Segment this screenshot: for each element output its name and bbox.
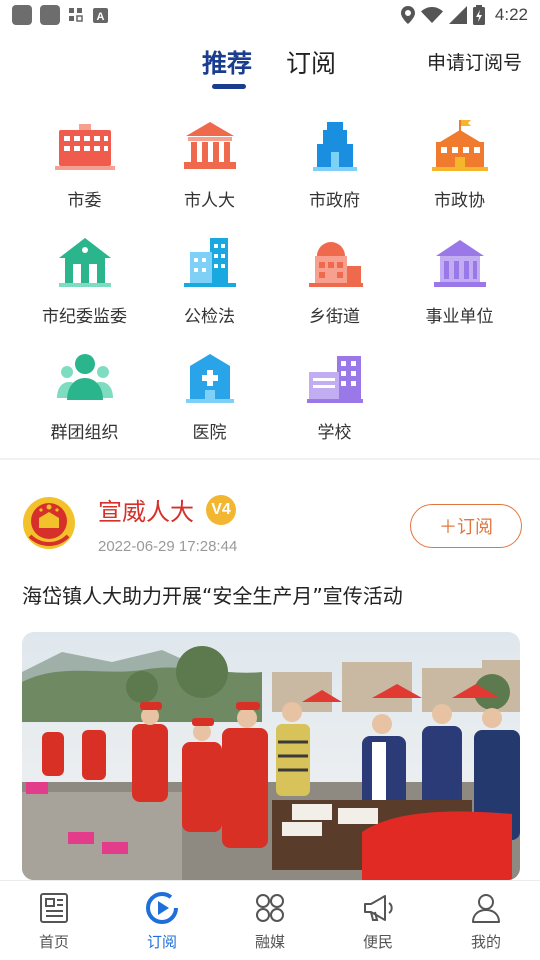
- category-label: 公检法: [184, 307, 235, 327]
- government-tower-icon: [312, 122, 357, 171]
- category-label: 市纪委监委: [42, 307, 127, 327]
- subscribe-button[interactable]: ＋订阅: [410, 504, 522, 548]
- four-petal-icon: [256, 894, 284, 922]
- national-emblem-avatar[interactable]: [22, 496, 76, 550]
- nav-services[interactable]: 便民: [324, 881, 432, 960]
- category-city-committee[interactable]: 市委: [22, 112, 147, 228]
- category-label: 群团组织: [50, 423, 119, 443]
- app-square-icon: [40, 5, 60, 25]
- category-label: 市政府: [309, 191, 360, 211]
- nav-label: 我的: [470, 933, 501, 951]
- category-political-consultative[interactable]: 市政协: [397, 112, 522, 228]
- post-timestamp: 2022-06-29 17:28:44: [98, 538, 238, 555]
- category-label: 乡街道: [309, 307, 360, 327]
- nav-label: 便民: [362, 933, 393, 951]
- status-right-icons: 4:22: [400, 5, 528, 25]
- nav-media[interactable]: 融媒: [216, 881, 324, 960]
- nav-label: 融媒: [254, 933, 285, 951]
- app-square-icon: [12, 5, 32, 25]
- category-hospital[interactable]: 医院: [147, 344, 272, 460]
- tab-recommended[interactable]: 推荐: [202, 44, 252, 80]
- nav-label: 订阅: [146, 933, 177, 951]
- category-label: 医院: [192, 423, 227, 443]
- people-group-icon: [56, 354, 113, 400]
- house-green-icon: [58, 238, 111, 287]
- signal-icon: [448, 6, 467, 24]
- category-label: 学校: [317, 423, 352, 443]
- category-city-congress[interactable]: 市人大: [147, 112, 272, 228]
- category-label: 市委: [67, 191, 102, 211]
- location-icon: [400, 6, 415, 24]
- top-tab-bar: 推荐 订阅 申请订阅号: [0, 30, 540, 96]
- category-mass-organizations[interactable]: 群团组织: [22, 344, 147, 460]
- post-header: 宣威人大 V4 2022-06-29 17:28:44 ＋订阅: [22, 492, 522, 562]
- subscribe-play-icon: [146, 892, 179, 924]
- category-public-institution[interactable]: 事业单位: [397, 228, 522, 344]
- pillared-hall-icon: [183, 122, 236, 169]
- battery-icon: [472, 5, 485, 25]
- verified-badge: V4: [206, 495, 236, 525]
- category-grid: 市委 市人大 市政府 市政协 市纪委监委 公检法 乡街道 事业单位 群团组织 医…: [22, 112, 522, 460]
- nav-profile[interactable]: 我的: [432, 881, 540, 960]
- user-icon: [472, 894, 500, 923]
- megaphone-icon: [364, 895, 393, 921]
- city-buildings-icon: [183, 238, 236, 287]
- newspaper-icon: [40, 893, 68, 923]
- nav-subscribe[interactable]: 订阅: [108, 881, 216, 960]
- dome-building-icon: [308, 242, 363, 287]
- nav-label: 首页: [38, 933, 69, 951]
- active-tab-indicator: [212, 84, 246, 89]
- institution-icon: [433, 240, 486, 287]
- nav-home[interactable]: 首页: [0, 881, 108, 960]
- category-law-enforcement[interactable]: 公检法: [147, 228, 272, 344]
- category-label: 事业单位: [425, 307, 494, 327]
- status-left-icons: A: [12, 5, 108, 25]
- category-school[interactable]: 学校: [272, 344, 397, 460]
- category-township-street[interactable]: 乡街道: [272, 228, 397, 344]
- bottom-navigation: 首页 订阅 融媒 便民 我的: [0, 880, 540, 960]
- font-a-icon: A: [92, 7, 108, 23]
- tab-subscribed[interactable]: 订阅: [286, 44, 336, 80]
- hospital-icon: [185, 354, 234, 403]
- apply-subscription-button[interactable]: 申请订阅号: [427, 48, 522, 75]
- building-red-icon: [54, 124, 115, 170]
- school-icon: [306, 356, 363, 403]
- post-photo[interactable]: [22, 632, 520, 880]
- category-label: 市人大: [184, 191, 235, 211]
- category-label: 市政协: [434, 191, 485, 211]
- post-title[interactable]: 海岱镇人大助力开展“安全生产月”宣传活动: [22, 580, 522, 609]
- category-city-government[interactable]: 市政府: [272, 112, 397, 228]
- grid-icon: [68, 7, 84, 23]
- wifi-icon: [420, 7, 443, 23]
- section-divider: [0, 458, 540, 460]
- svg-text:A: A: [96, 11, 104, 23]
- status-bar: A 4:22: [0, 0, 540, 30]
- category-discipline-commission[interactable]: 市纪委监委: [22, 228, 147, 344]
- account-name[interactable]: 宣威人大: [98, 492, 194, 527]
- flag-building-icon: [431, 120, 488, 171]
- status-time: 4:22: [494, 5, 528, 24]
